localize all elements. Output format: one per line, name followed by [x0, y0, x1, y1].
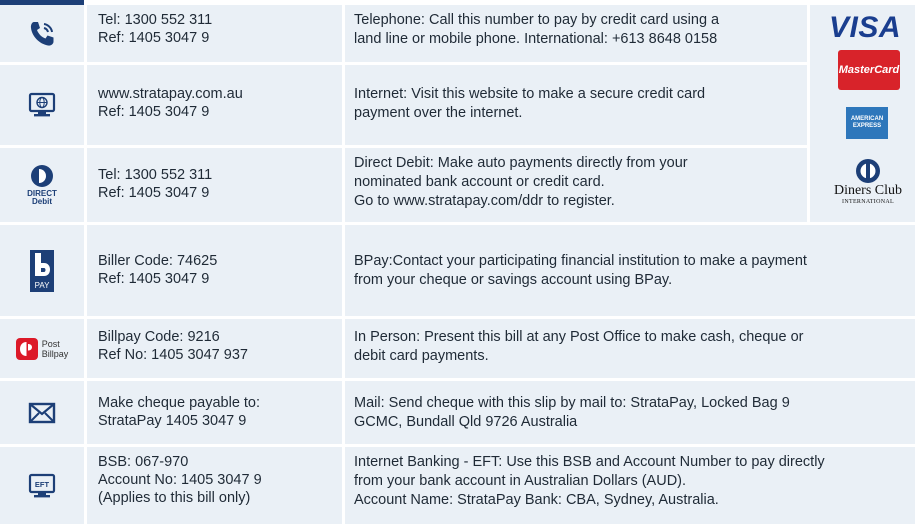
- contact-info-cell: BSB: 067-970 Account No: 1405 3047 9 (Ap…: [87, 447, 342, 524]
- applies-note-line: (Applies to this bill only): [98, 490, 251, 506]
- eft-monitor-icon: EFT: [28, 473, 56, 497]
- icon-cell: DIRECT Debit: [0, 148, 84, 222]
- description-cell: Internet: Visit this website to make a s…: [345, 65, 807, 145]
- contact-info-cell: Make cheque payable to: StrataPay 1405 3…: [87, 381, 342, 444]
- post-billpay-icon-label: Billpay: [41, 348, 69, 359]
- post-billpay-icon: Post Billpay: [15, 337, 69, 360]
- description-line: Direct Debit: Make auto payments directl…: [354, 155, 688, 171]
- contact-line: Tel: 1300 552 311: [98, 12, 213, 28]
- description-line: Internet: Visit this website to make a s…: [354, 86, 706, 102]
- visa-logo-text: VISA: [828, 11, 902, 44]
- bpay-icon-label: PAY: [35, 281, 50, 290]
- description-cell: Mail: Send cheque with this slip by mail…: [345, 381, 915, 444]
- description-line: BPay:Contact your participating financia…: [354, 253, 807, 269]
- mail-envelope-icon: [28, 402, 56, 423]
- diners-club-name: Diners Club: [833, 183, 903, 198]
- post-billpay-icon-label: Post: [41, 338, 60, 349]
- diners-club-icon: [856, 159, 880, 183]
- payment-row-internet: www.stratapay.com.au Ref: 1405 3047 9 In…: [0, 65, 807, 145]
- visa-logo: VISA: [828, 11, 902, 44]
- description-line: Internet Banking - EFT: Use this BSB and…: [354, 454, 825, 470]
- icon-cell: PAY: [0, 225, 84, 316]
- contact-info-cell: Billpay Code: 9216 Ref No: 1405 3047 937: [87, 319, 342, 378]
- contact-info-cell: www.stratapay.com.au Ref: 1405 3047 9: [87, 65, 342, 145]
- phone-icon: [30, 21, 54, 46]
- description-cell: Telephone: Call this number to pay by cr…: [345, 5, 807, 62]
- payee-line: StrataPay 1405 3047 9: [98, 413, 247, 429]
- eft-icon-label: EFT: [35, 480, 50, 489]
- contact-info-cell: Tel: 1300 552 311 Ref: 1405 3047 9: [87, 148, 342, 222]
- payment-row-direct-debit: DIRECT Debit Tel: 1300 552 311 Ref: 1405…: [0, 148, 807, 222]
- payable-to-line: Make cheque payable to:: [98, 395, 261, 411]
- card-logos-panel: VISA MasterCard AMERICAN EXPRESS Diners …: [810, 5, 915, 222]
- biller-code-line: Biller Code: 74625: [98, 253, 218, 269]
- auspost-logo-icon: [15, 337, 38, 360]
- icon-cell: EFT: [0, 447, 84, 524]
- description-line: payment over the internet.: [354, 105, 523, 121]
- account-number-line: Account No: 1405 3047 9: [98, 472, 262, 488]
- icon-cell: [0, 381, 84, 444]
- payment-row-bpay: PAY Biller Code: 74625 Ref: 1405 3047 9 …: [0, 225, 915, 316]
- description-line: Mail: Send cheque with this slip by mail…: [354, 395, 790, 411]
- description-line: nominated bank account or credit card.: [354, 174, 605, 190]
- payment-row-post-billpay: Post Billpay Billpay Code: 9216 Ref No: …: [0, 319, 915, 378]
- billpay-code-line: Billpay Code: 9216: [98, 329, 220, 345]
- payment-row-mail: Make cheque payable to: StrataPay 1405 3…: [0, 381, 915, 444]
- diners-club-logo: Diners Club INTERNATIONAL: [822, 153, 914, 211]
- icon-cell: [0, 65, 84, 145]
- amex-logo-text: EXPRESS: [852, 123, 882, 129]
- reference-line: Ref: 1405 3047 9: [98, 104, 210, 120]
- direct-debit-icon: DIRECT Debit: [27, 165, 57, 206]
- reference-line: Ref: 1405 3047 9: [98, 185, 210, 201]
- amex-logo: AMERICAN EXPRESS: [846, 107, 888, 139]
- description-line: GCMC, Bundall Qld 9726 Australia: [354, 414, 578, 430]
- description-line: from your bank account in Australian Dol…: [354, 473, 687, 489]
- description-line: land line or mobile phone. International…: [354, 31, 718, 47]
- description-cell: Internet Banking - EFT: Use this BSB and…: [345, 447, 915, 524]
- icon-cell: [0, 5, 84, 62]
- description-line: debit card payments.: [354, 348, 489, 364]
- description-line: Telephone: Call this number to pay by cr…: [354, 12, 720, 28]
- description-cell: In Person: Present this bill at any Post…: [345, 319, 915, 378]
- internet-monitor-icon: [28, 92, 56, 117]
- payment-row-telephone: Tel: 1300 552 311 Ref: 1405 3047 9 Telep…: [0, 5, 807, 62]
- payment-row-eft: EFT BSB: 067-970 Account No: 1405 3047 9…: [0, 447, 915, 524]
- icon-cell: Post Billpay: [0, 319, 84, 378]
- contact-info-cell: Biller Code: 74625 Ref: 1405 3047 9: [87, 225, 342, 316]
- mastercard-logo: MasterCard: [838, 50, 900, 90]
- description-line: In Person: Present this bill at any Post…: [354, 329, 804, 345]
- description-line: Account Name: StrataPay Bank: CBA, Sydne…: [354, 492, 719, 508]
- mastercard-logo-text: MasterCard: [838, 64, 900, 76]
- description-line: from your cheque or savings account usin…: [354, 272, 673, 288]
- description-cell: BPay:Contact your participating financia…: [345, 225, 915, 316]
- website-link[interactable]: www.stratapay.com.au: [98, 85, 332, 103]
- description-line: Go to www.stratapay.com/ddr to register.: [354, 193, 615, 209]
- bpay-icon: PAY: [30, 249, 54, 292]
- description-cell: Direct Debit: Make auto payments directl…: [345, 148, 807, 222]
- diners-club-subtitle: INTERNATIONAL: [842, 199, 894, 205]
- reference-line: Ref No: 1405 3047 937: [98, 347, 248, 363]
- reference-line: Ref: 1405 3047 9: [98, 271, 210, 287]
- bsb-line: BSB: 067-970: [98, 454, 189, 470]
- reference-line: Ref: 1405 3047 9: [98, 30, 210, 46]
- direct-debit-icon-label: Debit: [32, 197, 52, 206]
- contact-info-cell: Tel: 1300 552 311 Ref: 1405 3047 9: [87, 5, 342, 62]
- payment-options-table: Tel: 1300 552 311 Ref: 1405 3047 9 Telep…: [0, 5, 915, 524]
- amex-logo-text: AMERICAN: [850, 116, 884, 122]
- contact-line: Tel: 1300 552 311: [98, 167, 213, 183]
